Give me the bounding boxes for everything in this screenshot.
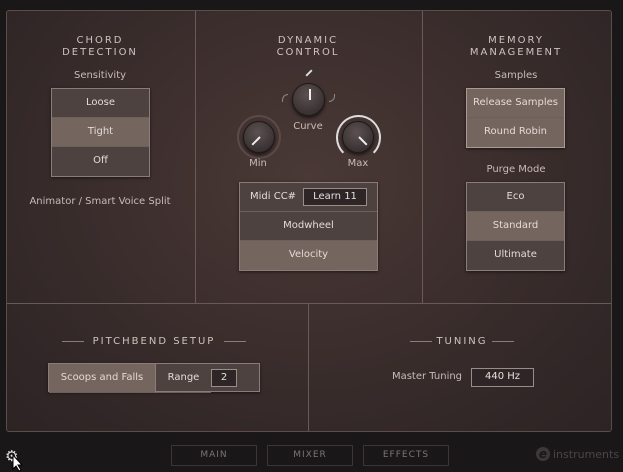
- scoops-and-falls-button[interactable]: Scoops and Falls: [49, 364, 156, 393]
- purge-mode-label: Purge Mode: [486, 164, 546, 175]
- purge-mode-selector: Eco Standard Ultimate: [466, 182, 565, 271]
- chord-detection-title: CHORD DETECTION: [62, 35, 138, 58]
- curve-knob[interactable]: [292, 83, 325, 116]
- modwheel-option[interactable]: Modwheel: [240, 212, 377, 241]
- pitchbend-controls: Scoops and Falls Range 2: [48, 363, 260, 393]
- range-label: Range: [156, 364, 211, 393]
- dynamic-control-title: DYNAMIC CONTROL: [276, 35, 340, 58]
- purge-ultimate[interactable]: Ultimate: [467, 241, 564, 270]
- dynamic-source-selector: Midi CC# Learn 11 Modwheel Velocity: [239, 182, 378, 271]
- max-label: Max: [347, 158, 369, 169]
- tab-mixer[interactable]: MIXER: [267, 445, 353, 466]
- divider: [422, 11, 423, 303]
- sensitivity-off[interactable]: Off: [52, 147, 149, 176]
- title-rule: [224, 341, 246, 342]
- pitchbend-setup-title: PITCHBEND SETUP: [92, 336, 216, 347]
- max-knob[interactable]: [342, 121, 374, 153]
- sensitivity-selector: Loose Tight Off: [51, 88, 150, 177]
- release-samples-toggle[interactable]: Release Samples: [467, 89, 564, 118]
- curve-label: Curve: [293, 121, 323, 132]
- e-instruments-logo-icon: e: [536, 447, 550, 461]
- min-knob[interactable]: [243, 121, 275, 153]
- range-field[interactable]: 2: [211, 369, 237, 387]
- midi-cc-row: Midi CC# Learn 11: [240, 183, 377, 212]
- midi-cc-label: Midi CC#: [250, 191, 297, 202]
- samples-selector: Release Samples Round Robin: [466, 88, 565, 148]
- min-label: Min: [249, 158, 267, 169]
- title-rule: [410, 341, 432, 342]
- midi-learn-field[interactable]: Learn 11: [303, 188, 367, 206]
- purge-standard[interactable]: Standard: [467, 212, 564, 241]
- divider: [308, 304, 309, 431]
- sensitivity-loose[interactable]: Loose: [52, 89, 149, 118]
- title-rule: [62, 341, 84, 342]
- tab-main[interactable]: MAIN: [171, 445, 257, 466]
- sensitivity-tight[interactable]: Tight: [52, 118, 149, 147]
- curve-bracket-left-icon: [282, 94, 288, 102]
- animator-smart-voice-split-label[interactable]: Animator / Smart Voice Split: [10, 196, 190, 207]
- title-rule: [492, 341, 514, 342]
- purge-eco[interactable]: Eco: [467, 183, 564, 212]
- memory-management-title: MEMORY MANAGEMENT: [469, 35, 563, 58]
- round-robin-toggle[interactable]: Round Robin: [467, 118, 564, 147]
- divider: [195, 11, 196, 303]
- tuning-title: TUNING: [436, 336, 488, 347]
- samples-label: Samples: [494, 70, 538, 81]
- divider: [7, 303, 611, 304]
- sensitivity-label: Sensitivity: [73, 70, 127, 81]
- velocity-option[interactable]: Velocity: [240, 241, 377, 270]
- tab-effects[interactable]: EFFECTS: [363, 445, 449, 466]
- master-tuning-field[interactable]: 440 Hz: [471, 368, 534, 387]
- master-tuning-label: Master Tuning: [391, 371, 463, 382]
- brand-name: instruments: [553, 448, 620, 461]
- mouse-cursor-icon: [12, 454, 24, 472]
